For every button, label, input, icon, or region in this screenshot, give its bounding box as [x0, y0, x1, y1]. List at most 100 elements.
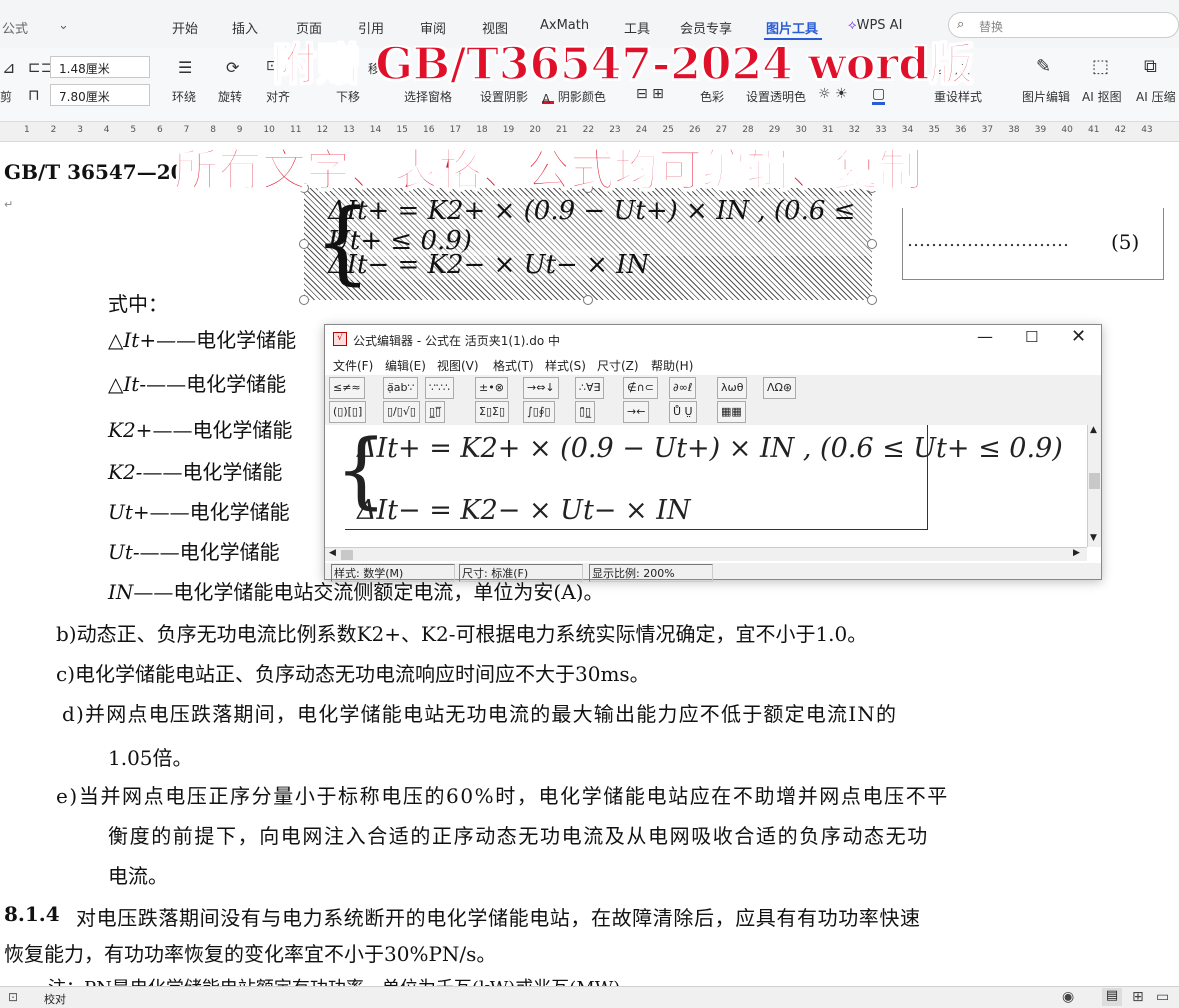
- definition-symbol: △It-: [108, 372, 147, 396]
- definition-symbol: IN: [108, 580, 134, 604]
- scroll-down-icon[interactable]: ▼: [1090, 533, 1097, 543]
- ai-compress-icon[interactable]: ⧉: [1144, 56, 1157, 77]
- maximize-icon[interactable]: ☐: [1025, 328, 1038, 346]
- chevron-down-icon[interactable]: ⌄: [58, 18, 69, 33]
- ai-cutout-button[interactable]: AI 抠图: [1082, 88, 1122, 105]
- template-palette-button[interactable]: ạ̈ab∵: [383, 377, 419, 399]
- template-palette-button[interactable]: ▯̄▯̲: [575, 401, 596, 423]
- ruler-number: 1: [24, 125, 30, 135]
- definition-text: ——电化学储能: [149, 500, 290, 524]
- resize-handle[interactable]: [299, 295, 309, 305]
- template-palette-button[interactable]: (▯)[▯]: [329, 401, 367, 423]
- definition-row: Ut-——电化学储能: [108, 536, 280, 565]
- template-palette-button[interactable]: ∫▯∮▯: [523, 401, 555, 423]
- close-icon[interactable]: ✕: [1071, 326, 1086, 347]
- image-edit-icon[interactable]: ✎: [1036, 56, 1051, 77]
- template-palette-button[interactable]: Ů Ṳ: [669, 401, 697, 423]
- editor-horizontal-scrollbar[interactable]: ◀ ▶: [325, 547, 1087, 561]
- search-box[interactable]: ⌕ 替换: [948, 12, 1179, 38]
- resize-handle[interactable]: [867, 239, 877, 249]
- where-label: 式中：: [108, 292, 168, 316]
- outline-view-icon[interactable]: ▭: [1156, 989, 1169, 1005]
- equation-image[interactable]: ΔIt+ = K2+ × (0.9 − Ut+) × IN , (0.6 ≤ U…: [304, 188, 872, 300]
- editor-menu-item[interactable]: 视图(V): [437, 357, 479, 374]
- scroll-right-icon[interactable]: ▶: [1073, 548, 1080, 558]
- web-view-icon[interactable]: ⊞: [1132, 989, 1144, 1005]
- ai-cutout-icon[interactable]: ⬚: [1092, 56, 1109, 77]
- proofread-button[interactable]: 校对: [44, 991, 66, 1007]
- editor-menu-item[interactable]: 样式(S): [545, 357, 586, 374]
- definition-row: K2+——电化学储能: [108, 414, 292, 443]
- item-e-line2: 衡度的前提下，向电网注入合适的正序动态无功电流及从电网吸收合适的负序动态无功: [108, 824, 929, 848]
- definition-row: △It+——电化学储能: [108, 324, 296, 353]
- template-palette-button[interactable]: →←: [623, 401, 650, 423]
- wrap-button[interactable]: 环绕: [172, 88, 196, 105]
- editor-equation-line-1[interactable]: ΔIt+ = K2+ × (0.9 − Ut+) × IN , (0.6 ≤ U…: [357, 433, 1063, 464]
- resize-handle[interactable]: [299, 239, 309, 249]
- eye-icon[interactable]: ◉: [1062, 989, 1074, 1005]
- scroll-thumb-h[interactable]: [341, 550, 353, 560]
- equation-editor-window[interactable]: √ 公式编辑器 - 公式在 活页夹1(1).do 中 — ☐ ✕ 文件(F) 编辑…: [324, 324, 1102, 582]
- status-page-icon[interactable]: ⊡: [8, 990, 18, 1004]
- editor-equation-box-edge: [927, 425, 928, 529]
- editor-toolbar: ≤≠≈ ạ̈ab∵ ∵∵∴ ±•⊗ →⇔↓ ∴∀∃ ∉∩⊂ ∂∞ℓ λωθ ΛΩ⊛ (▯)[▯] ▯/…: [325, 375, 1101, 425]
- template-palette-button[interactable]: ∴∀∃: [575, 377, 605, 399]
- editor-app-icon: √: [333, 332, 347, 346]
- height-input[interactable]: 7.80厘米: [50, 84, 150, 106]
- scroll-up-icon[interactable]: ▲: [1090, 425, 1097, 435]
- image-edit-button[interactable]: 图片编辑: [1022, 88, 1070, 105]
- editor-title-bar[interactable]: √ 公式编辑器 - 公式在 活页夹1(1).do 中 — ☐ ✕: [325, 325, 1101, 353]
- width-input[interactable]: 1.48厘米: [50, 56, 150, 78]
- clause-line2: 恢复能力，有功功率恢复的变化率宜不小于30%PN/s。: [4, 942, 497, 966]
- rotate-button[interactable]: 旋转: [218, 88, 242, 105]
- ruler-number: 38: [1008, 125, 1020, 135]
- template-palette-button[interactable]: ∉∩⊂: [623, 377, 658, 399]
- search-placeholder: 替换: [979, 20, 1004, 34]
- rotate-icon[interactable]: ⟳: [226, 58, 239, 77]
- scroll-thumb[interactable]: [1089, 473, 1100, 489]
- tab-1[interactable]: 插入: [232, 18, 258, 37]
- shadow-color-icon: A: [542, 92, 554, 106]
- wrap-icon[interactable]: ☰: [178, 58, 192, 77]
- promo-banner-line1: 附赠 GB/T36547-2024 word版: [271, 38, 974, 91]
- status-size: 尺寸: 标准(F): [459, 564, 583, 582]
- editor-menu-item[interactable]: 编辑(E): [385, 357, 426, 374]
- template-palette-button[interactable]: ΛΩ⊛: [763, 377, 797, 399]
- definition-text: ——电化学储能: [152, 418, 293, 442]
- resize-handle[interactable]: [867, 295, 877, 305]
- template-palette-button[interactable]: λωθ: [717, 377, 748, 399]
- ruler-number: 37: [981, 125, 994, 135]
- template-palette-button[interactable]: →⇔↓: [523, 377, 559, 399]
- minimize-icon[interactable]: —: [977, 327, 993, 346]
- scroll-left-icon[interactable]: ◀: [329, 548, 336, 558]
- template-palette-button[interactable]: ∂∞ℓ: [669, 377, 697, 399]
- editor-vertical-scrollbar[interactable]: ▲ ▼: [1087, 425, 1101, 547]
- crop-label[interactable]: 剪: [0, 88, 12, 105]
- quick-access-label[interactable]: 公式: [2, 18, 28, 37]
- template-palette-button[interactable]: ▦▦: [717, 401, 746, 423]
- editor-menu-item[interactable]: 尺寸(Z): [597, 357, 639, 374]
- equation-line-1: ΔIt+ = K2+ × (0.9 − Ut+) × IN , (0.6 ≤ U…: [328, 196, 872, 256]
- template-palette-button[interactable]: Σ▯Σ▯: [475, 401, 510, 423]
- ruler-number: 39: [1034, 125, 1047, 135]
- editor-menu-item[interactable]: 格式(T): [493, 357, 534, 374]
- ruler-number: 2: [50, 125, 57, 135]
- tab-0[interactable]: 开始: [172, 18, 198, 37]
- template-palette-button[interactable]: ▯/▯√▯: [383, 401, 420, 423]
- template-palette-button[interactable]: ▯̲▯̅: [425, 401, 446, 423]
- ruler-number: 4: [103, 125, 110, 135]
- page-view-icon[interactable]: ▤: [1102, 988, 1122, 1006]
- editor-menu-item[interactable]: 帮助(H): [651, 357, 693, 374]
- ruler-number: 42: [1114, 125, 1127, 135]
- resize-handle[interactable]: [583, 295, 593, 305]
- ai-compress-button[interactable]: AI 压缩: [1136, 88, 1176, 105]
- editor-canvas[interactable]: { ΔIt+ = K2+ × (0.9 − Ut+) × IN , (0.6 ≤…: [331, 423, 1087, 547]
- editor-equation-line-2[interactable]: ΔIt− = K2− × Ut− × IN: [357, 495, 691, 526]
- template-palette-button[interactable]: ≤≠≈: [329, 377, 365, 399]
- item-c: c)电化学储能电站正、负序动态无功电流响应时间应不大于30ms。: [56, 662, 650, 686]
- template-palette-button[interactable]: ∵∵∴: [425, 377, 454, 399]
- template-palette-button[interactable]: ±•⊗: [475, 377, 508, 399]
- crop-icon[interactable]: ⊿: [2, 58, 15, 77]
- ruler-number: 41: [1088, 125, 1100, 135]
- editor-menu-item[interactable]: 文件(F): [333, 357, 373, 374]
